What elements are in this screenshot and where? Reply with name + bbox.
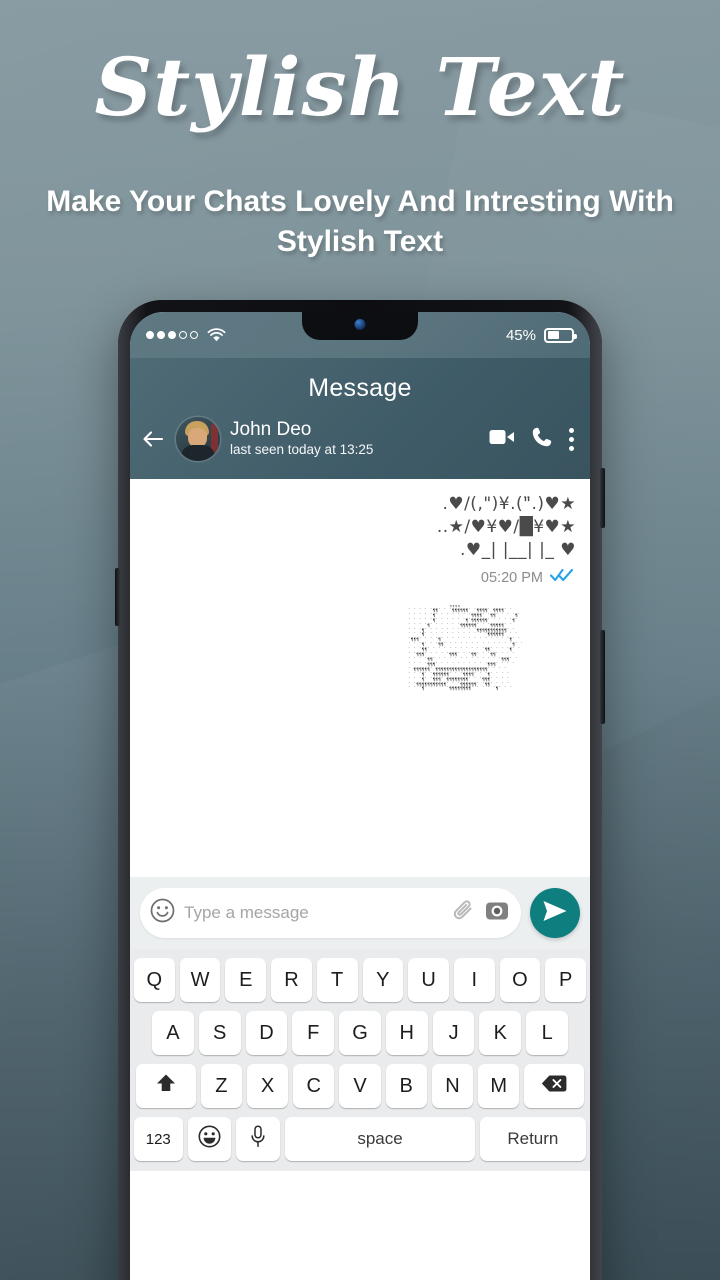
contact-last-seen: last seen today at 13:25 [230,441,374,457]
on-screen-keyboard: Q W E R T Y U I O P A S D F G H J K L Z … [130,949,590,1171]
key-p[interactable]: P [545,958,587,1002]
key-x[interactable]: X [246,1064,289,1108]
message-composer: Type a message [130,877,590,949]
emoji-key[interactable] [187,1117,232,1161]
backspace-icon [541,1074,567,1099]
key-q[interactable]: Q [133,958,175,1002]
phone-call-icon[interactable] [531,426,553,453]
app-bar-actions [489,426,576,453]
message-outgoing: .♥/(,")¥.("̈.)♥★ ..★/♥¥♥/█¥♥★ .♥_| |__| … [144,493,576,693]
key-z[interactable]: Z [200,1064,242,1108]
phone-mockup: 45% Message John Deo last seen today at … [115,300,605,1280]
battery-percent-label: 45% [505,326,536,344]
phone-notch [302,312,418,340]
key-u[interactable]: U [408,958,449,1002]
front-camera-icon [354,319,366,330]
camera-icon[interactable] [485,900,509,927]
space-key[interactable]: space [285,1117,475,1161]
phone-power-button[interactable] [600,630,605,724]
key-o[interactable]: O [499,958,541,1002]
backspace-key[interactable] [524,1064,585,1108]
promo-page: Stylish Text Make Your Chats Lovely And … [0,0,720,1280]
status-bar-left [146,328,226,342]
key-t[interactable]: T [316,958,358,1002]
video-call-icon[interactable] [489,428,515,451]
battery-icon [544,327,577,343]
avatar[interactable] [176,417,220,461]
key-r[interactable]: R [271,958,312,1002]
page-title: Stylish Text [94,40,626,134]
keyboard-row-3: Z X C V B N M [134,1064,586,1108]
contact-info: John Deo last seen today at 13:25 [230,419,479,459]
keyboard-row-1: Q W E R T Y U I O P [133,958,587,1002]
status-bar-right: 45% [505,326,577,344]
phone-left-button[interactable] [115,568,120,626]
message-art-line-3: .♥_| |__| |_ ♥ [459,540,576,560]
message-timestamp: 05:20 PM [480,569,543,586]
key-a[interactable]: A [151,1011,194,1055]
key-e[interactable]: E [225,958,267,1002]
return-key[interactable]: Return [479,1117,586,1161]
contact-header-row: John Deo last seen today at 13:25 [130,417,590,469]
paperclip-icon[interactable] [452,899,476,928]
key-g[interactable]: G [339,1011,381,1055]
double-check-icon [549,568,574,587]
shift-icon [155,1072,177,1100]
message-ascii-art: ` ` ` ` ` ` ` `¶¶¶¶` ` ` ` ` ` ` ` ` ` `… [408,605,529,693]
back-arrow-icon[interactable] [140,426,166,452]
key-h[interactable]: H [385,1011,428,1055]
message-art-line-1: .♥/(,")¥.("̈.)♥★ [442,494,576,514]
wifi-icon [207,328,226,342]
key-m[interactable]: M [478,1064,520,1108]
keyboard-row-4: 123 space Return [134,1117,586,1161]
key-k[interactable]: K [479,1011,522,1055]
key-n[interactable]: N [431,1064,474,1108]
key-c[interactable]: C [293,1064,335,1108]
message-art-line-2: ..★/♥¥♥/█¥♥★ [436,517,576,537]
emoji-icon[interactable] [150,898,175,928]
contact-name: John Deo [230,418,312,440]
key-y[interactable]: Y [362,958,404,1002]
page-subtitle: Make Your Chats Lovely And Intresting Wi… [46,185,674,258]
message-input-placeholder[interactable]: Type a message [184,903,443,923]
app-bar: Message John Deo last seen today at 13:2… [130,358,590,479]
key-s[interactable]: S [198,1011,241,1055]
key-l[interactable]: L [526,1011,569,1055]
message-input-pill[interactable]: Type a message [140,888,521,938]
key-i[interactable]: I [453,958,495,1002]
signal-dots-icon [146,331,198,339]
send-button[interactable] [530,888,580,938]
shift-key[interactable] [135,1064,196,1108]
key-v[interactable]: V [339,1064,381,1108]
microphone-key[interactable] [236,1117,281,1161]
key-j[interactable]: J [432,1011,475,1055]
phone-volume-button[interactable] [600,468,605,528]
microphone-icon [250,1124,266,1154]
key-b[interactable]: B [385,1064,427,1108]
chat-thread: .♥/(,")¥.("̈.)♥★ ..★/♥¥♥/█¥♥★ .♥_| |__| … [130,479,590,877]
key-w[interactable]: W [179,958,221,1002]
send-icon [542,899,568,928]
app-bar-title: Message [308,374,412,402]
keyboard-row-2: A S D F G H J K L [134,1011,586,1055]
emoji-icon [198,1125,221,1154]
key-f[interactable]: F [292,1011,335,1055]
phone-screen: 45% Message John Deo last seen today at … [130,312,590,1280]
key-d[interactable]: D [245,1011,288,1055]
numbers-key[interactable]: 123 [134,1117,183,1161]
message-meta: 05:20 PM [481,568,576,587]
overflow-menu-icon[interactable] [569,427,574,451]
